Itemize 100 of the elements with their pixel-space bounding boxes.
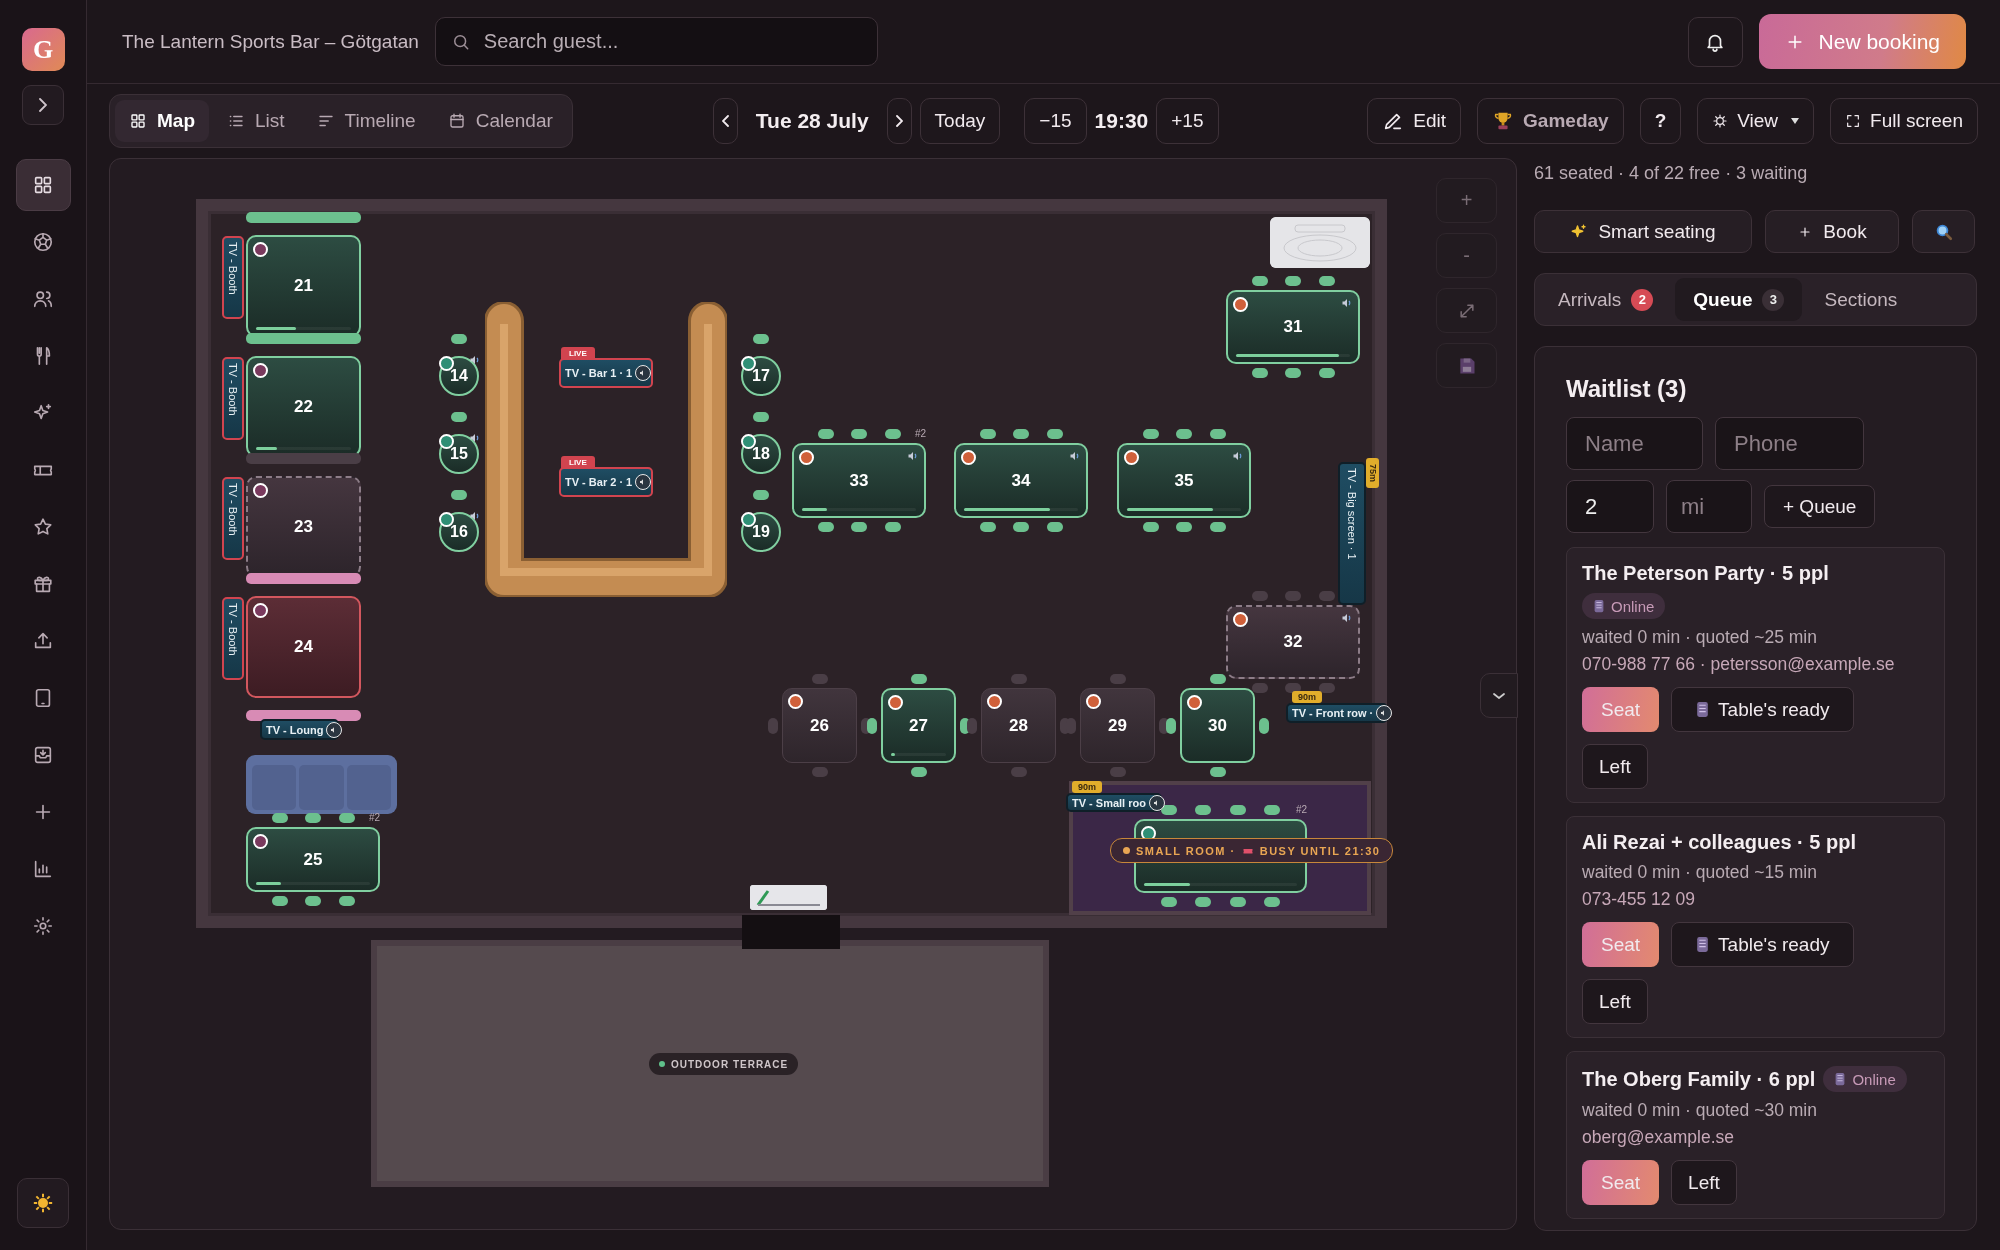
table-number: 33 [849, 470, 869, 491]
table[interactable]: 33 [792, 443, 926, 518]
left-button[interactable]: Left [1582, 979, 1648, 1024]
panel-tab[interactable]: Arrivals 2 [1540, 278, 1672, 321]
theme-button[interactable] [17, 1178, 69, 1228]
left-button[interactable]: Left [1582, 744, 1648, 789]
toolbar-button[interactable]: Full screen [1830, 98, 1978, 144]
online-badge: Online [1823, 1066, 1907, 1092]
tv-label[interactable]: TV - Loung [260, 719, 339, 740]
chair [271, 896, 288, 906]
next-day-button[interactable] [886, 98, 912, 144]
table-ready-button[interactable]: Table's ready [1671, 687, 1855, 732]
table[interactable]: 31 [1226, 290, 1360, 364]
guest-name: The Peterson Party · 5 ppl [1582, 562, 1829, 585]
notifications-button[interactable] [1687, 16, 1743, 67]
timer-badge: 75m [1366, 458, 1379, 488]
speaker-icon [1376, 705, 1393, 721]
toolbar-button[interactable]: ? [1639, 98, 1682, 144]
toolbar-button[interactable]: Edit [1367, 98, 1462, 144]
chair [1010, 767, 1027, 777]
table[interactable]: 26 [782, 688, 857, 763]
chair [1229, 897, 1246, 907]
chair [1010, 674, 1027, 684]
name-input[interactable]: Name [1566, 417, 1703, 470]
caret-icon [1791, 118, 1800, 124]
panel-tab[interactable]: Queue 3 [1675, 278, 1803, 321]
table[interactable]: 35 [1117, 443, 1251, 518]
tv-label[interactable]: TV - Booth [222, 477, 244, 560]
terrace-label: OUTDOOR TERRACE [649, 1053, 799, 1075]
tv-label[interactable]: TV - Bar 1 · 1 [559, 358, 653, 388]
fullscreen-icon [1845, 113, 1862, 129]
online-badge: Online [1582, 593, 1666, 619]
tv-label[interactable]: TV - Booth [222, 597, 244, 680]
zone-status-badge: SMALL ROOM · BUSY UNTIL 21:30 [1110, 838, 1394, 863]
chair [1046, 522, 1063, 532]
chair [1318, 591, 1335, 601]
view-tab[interactable]: List [213, 100, 299, 142]
view-tab[interactable]: Map [115, 100, 209, 142]
toolbar-button[interactable]: Gameday [1477, 98, 1624, 144]
table[interactable]: 29 [1080, 688, 1155, 763]
nav-button[interactable] [15, 159, 71, 211]
chair [1176, 522, 1192, 532]
minus-15-button[interactable]: −15 [1024, 98, 1087, 144]
chair [817, 429, 834, 439]
table[interactable]: 25 [246, 827, 380, 892]
table-number: 17 [752, 367, 770, 385]
today-button[interactable]: Today [919, 98, 1001, 144]
chair [1195, 897, 1212, 907]
floor-map[interactable] [109, 158, 1517, 1230]
expand-sidebar-button[interactable] [22, 85, 64, 125]
phone-input[interactable]: Phone [1715, 417, 1864, 470]
phone-icon [1593, 599, 1605, 613]
live-badge: LIVE [561, 347, 595, 359]
minutes-input[interactable]: mi [1666, 480, 1752, 533]
add-to-queue-button[interactable]: + Queue [1764, 485, 1876, 528]
previous-day-button[interactable] [712, 98, 738, 144]
chair [910, 767, 927, 777]
date-label: Tue 28 July [754, 109, 870, 133]
chair [811, 767, 828, 777]
table[interactable]: 32 [1226, 605, 1360, 679]
plus-15-button[interactable]: +15 [1156, 98, 1219, 144]
chair [1013, 429, 1029, 439]
view-tab[interactable]: Calendar [433, 100, 567, 142]
tv-label[interactable]: TV - Small roo [1066, 793, 1162, 812]
view-tab[interactable]: Timeline [302, 100, 430, 142]
chair [1195, 805, 1212, 815]
party-size-input[interactable]: 2 [1566, 480, 1654, 533]
table[interactable]: 28 [981, 688, 1056, 763]
chair [1318, 683, 1335, 693]
table-tag: #2 [368, 812, 380, 823]
star-icon [32, 516, 54, 538]
chair [884, 522, 901, 532]
table[interactable]: 27 [881, 688, 956, 763]
table[interactable]: 24 [246, 596, 361, 698]
chevron-left-icon [721, 115, 729, 127]
table-number: 28 [1009, 715, 1028, 736]
smart-seating-button[interactable]: Smart seating [1534, 210, 1752, 253]
panel-tab[interactable]: Sections [1806, 278, 1916, 321]
save-button[interactable] [1436, 343, 1497, 388]
left-button[interactable]: Left [1671, 1160, 1737, 1205]
table[interactable]: 34 [954, 443, 1088, 518]
contact-info: 073-455 12 09 [1582, 889, 1696, 910]
search-field[interactable]: Search guest... [434, 17, 878, 66]
grid-icon [32, 174, 54, 196]
tv-label[interactable]: TV - Booth [222, 357, 244, 440]
table-tag: #2 [1295, 804, 1307, 815]
book-button[interactable]: Book [1765, 210, 1899, 253]
chair [979, 429, 996, 439]
chair [851, 429, 867, 439]
tv-label[interactable]: TV - Bar 2 · 1 [559, 467, 653, 497]
chair [1209, 522, 1226, 532]
table-ready-button[interactable]: Table's ready [1671, 922, 1855, 967]
search-button[interactable] [1912, 210, 1975, 253]
chair [1264, 897, 1281, 907]
toolbar-button[interactable]: View [1697, 98, 1815, 144]
tv-label[interactable]: TV - Booth [222, 236, 244, 319]
table[interactable]: 30 [1180, 688, 1255, 763]
calendar-icon [447, 112, 466, 130]
tv-label[interactable]: TV - Big screen · 1 [1338, 462, 1366, 605]
wait-details: waited 0 min · quoted ~15 min [1582, 862, 1818, 883]
